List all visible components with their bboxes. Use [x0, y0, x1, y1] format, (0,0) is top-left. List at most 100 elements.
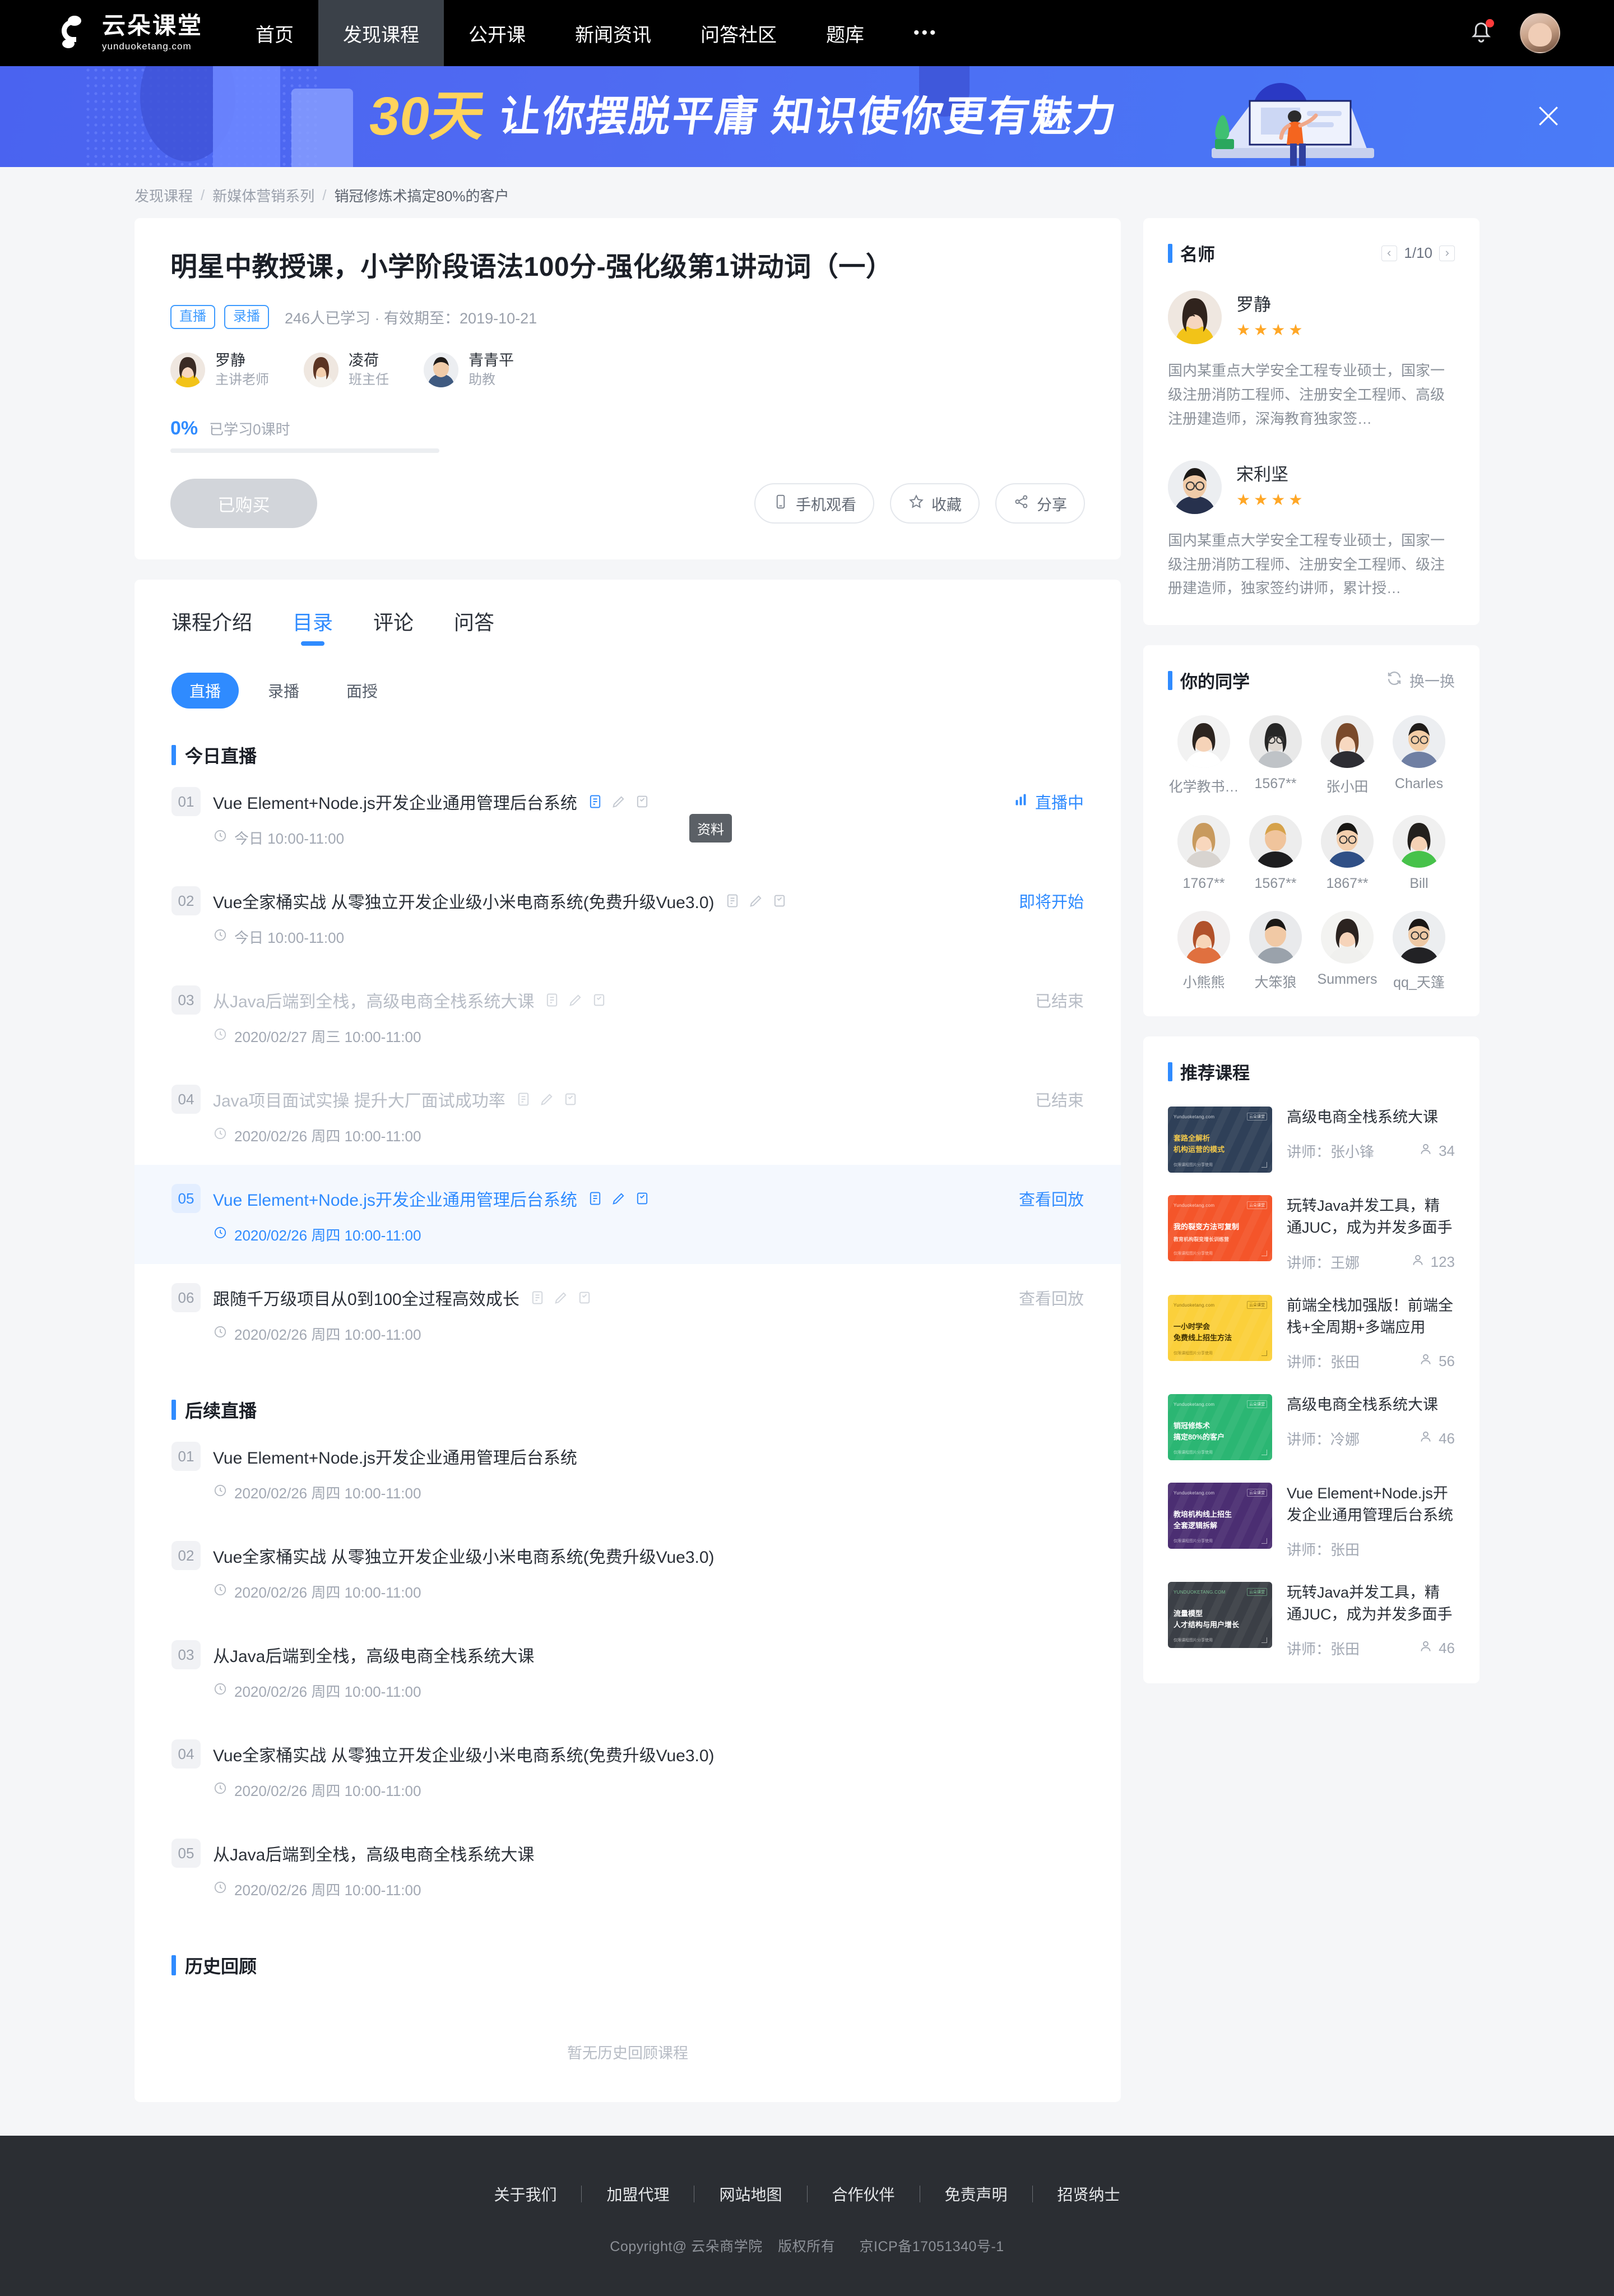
next-page-icon[interactable] — [1439, 245, 1455, 261]
footer-link-partners[interactable]: 合作伙伴 — [808, 2183, 920, 2205]
lesson-time-label: 今日 10:00-11:00 — [234, 929, 345, 947]
classmate-item[interactable]: 小熊熊 — [1168, 911, 1240, 992]
homework-icon[interactable] — [611, 1191, 627, 1206]
footer-link-disclaimer[interactable]: 免责声明 — [920, 2183, 1032, 2205]
chip-offline[interactable]: 面授 — [328, 673, 396, 709]
classmate-item[interactable]: 1567** — [1240, 815, 1311, 892]
watch-on-phone-label: 手机观看 — [796, 496, 856, 513]
homework-icon[interactable] — [748, 893, 764, 909]
exam-icon[interactable] — [634, 794, 650, 809]
exam-icon[interactable] — [563, 1091, 578, 1107]
lesson-row[interactable]: 03 从Java后端到全栈，高级电商全栈系统大课 已结束 2020/02/27 … — [134, 966, 1121, 1066]
classmate-item[interactable]: Summers — [1311, 911, 1383, 992]
classmate-item[interactable]: 1567** — [1240, 715, 1311, 796]
nav-item-qa-community[interactable]: 问答社区 — [676, 0, 801, 66]
materials-icon[interactable] — [530, 1290, 545, 1306]
nav-item-discover-courses[interactable]: 发现课程 — [318, 0, 444, 66]
notification-bell-icon[interactable] — [1468, 19, 1494, 46]
recommended-course-item[interactable]: Yunduoketang.com 云朵课堂 一小时学会 免费线上招生方法 仅限课… — [1168, 1294, 1455, 1372]
tab-comments[interactable]: 评论 — [373, 607, 414, 648]
lesson-row[interactable]: 05 从Java后端到全栈，高级电商全栈系统大课 2020/02/26 周四 1… — [134, 1820, 1121, 1919]
materials-icon[interactable] — [516, 1091, 531, 1107]
lesson-status[interactable]: 即将开始 — [1019, 889, 1084, 913]
classmate-item[interactable]: 张小田 — [1311, 715, 1383, 796]
nav-item-question-bank[interactable]: 题库 — [801, 0, 889, 66]
exam-icon[interactable] — [772, 893, 787, 909]
exam-icon[interactable] — [577, 1290, 592, 1306]
teacher-item[interactable]: 凌荷 班主任 — [304, 351, 389, 389]
classmate-item[interactable]: 1867** — [1311, 815, 1383, 892]
prev-page-icon[interactable] — [1381, 245, 1398, 261]
teacher-item[interactable]: 罗静 主讲老师 — [170, 351, 269, 389]
lesson-row[interactable]: 04 Vue全家桶实战 从零独立开发企业级小米电商系统(免费升级Vue3.0) … — [134, 1720, 1121, 1820]
lesson-icons — [544, 992, 607, 1008]
lesson-row[interactable]: 02 Vue全家桶实战 从零独立开发企业级小米电商系统(免费升级Vue3.0) … — [134, 867, 1121, 966]
banner-close-icon[interactable] — [1533, 101, 1564, 131]
icp-text[interactable]: 京ICP备17051340号-1 — [860, 2239, 1004, 2255]
homework-icon[interactable] — [539, 1091, 555, 1107]
footer-link-careers[interactable]: 招贤纳士 — [1033, 2183, 1145, 2205]
nav-item-open-classes[interactable]: 公开课 — [444, 0, 550, 66]
homework-icon[interactable] — [553, 1290, 569, 1306]
recommended-course-item[interactable]: YUNDUOKETANG.COM 云朵课堂 流量模型 人才结构与用户增长 仅限课… — [1168, 1582, 1455, 1659]
promo-banner[interactable]: 30天 让你摆脱平庸 知识使你更有魅力 — [0, 66, 1614, 167]
lesson-number: 01 — [171, 1442, 201, 1471]
lesson-number: 05 — [171, 1839, 201, 1868]
watch-on-phone-button[interactable]: 手机观看 — [754, 483, 874, 524]
site-logo[interactable]: 云朵课堂 yunduoketang.com — [0, 0, 231, 66]
nav-item-more[interactable]: ••• — [889, 0, 963, 66]
classmate-item[interactable]: Charles — [1383, 715, 1455, 796]
lesson-row-selected[interactable]: 05 Vue Element+Node.js开发企业通用管理后台系统 查看回放 — [134, 1165, 1121, 1265]
chip-recorded[interactable]: 录播 — [250, 673, 317, 709]
lesson-status[interactable]: 直播中 — [1014, 790, 1084, 813]
footer-link-franchise[interactable]: 加盟代理 — [582, 2183, 694, 2205]
lesson-row[interactable]: 01 Vue Element+Node.js开发企业通用管理后台系统 2020/… — [134, 1423, 1121, 1522]
user-avatar[interactable] — [1520, 13, 1560, 53]
lesson-row[interactable]: 03 从Java后端到全栈，高级电商全栈系统大课 2020/02/26 周四 1… — [134, 1621, 1121, 1720]
famous-teacher-item[interactable]: 罗静 ★ ★ ★ ★ — [1168, 290, 1455, 344]
lesson-row[interactable]: 02 Vue全家桶实战 从零独立开发企业级小米电商系统(免费升级Vue3.0) … — [134, 1522, 1121, 1621]
classmate-item[interactable]: Bill — [1383, 815, 1455, 892]
breadcrumb-item-1[interactable]: 发现课程 — [134, 185, 193, 206]
materials-icon[interactable] — [587, 1191, 603, 1206]
footer-link-about[interactable]: 关于我们 — [469, 2183, 581, 2205]
classmate-item[interactable]: 1767** — [1168, 815, 1240, 892]
breadcrumb-item-2[interactable]: 新媒体营销系列 — [212, 185, 314, 206]
nav-item-news[interactable]: 新闻资讯 — [550, 0, 676, 66]
tab-course-intro[interactable]: 课程介绍 — [171, 607, 252, 648]
classmate-item[interactable]: 化学教书… — [1168, 715, 1240, 796]
materials-icon[interactable] — [544, 992, 560, 1008]
exam-icon[interactable] — [634, 1191, 650, 1206]
classmate-item[interactable]: qq_天篷 — [1383, 911, 1455, 992]
nav-item-home[interactable]: 首页 — [231, 0, 318, 66]
homework-icon[interactable] — [568, 992, 583, 1008]
lesson-status[interactable]: 查看回放 — [1019, 1286, 1084, 1309]
lesson-row[interactable]: 04 Java项目面试实操 提升大厂面试成功率 已结束 2020/02/26 周… — [134, 1066, 1121, 1165]
lesson-row[interactable]: 01 Vue Element+Node.js开发企业通用管理后台系统 直播中 今… — [134, 768, 1121, 867]
catalog-type-filters: 直播 录播 面授 — [134, 648, 1121, 709]
chip-live[interactable]: 直播 — [171, 673, 239, 709]
lesson-row[interactable]: 06 跟随千万级项目从0到100全过程高效成长 查看回放 2020/02/26 … — [134, 1264, 1121, 1363]
footer-link-sitemap[interactable]: 网站地图 — [694, 2183, 806, 2205]
materials-icon[interactable] — [587, 794, 603, 809]
banner-headline: 让你摆脱平庸 知识使你更有魅力 — [497, 93, 1121, 140]
teacher-item[interactable]: 青青平 助教 — [424, 351, 514, 389]
recommended-course-item[interactable]: Yunduoketang.com 云朵课堂 套路全解析 机构运营的模式 仅限课程… — [1168, 1107, 1455, 1173]
refresh-classmates-button[interactable]: 换一换 — [1386, 669, 1455, 691]
favorite-button[interactable]: 收藏 — [890, 483, 980, 524]
recommended-course-item[interactable]: Yunduoketang.com 云朵课堂 我的裂变方法可复制 教育机构裂变增长… — [1168, 1195, 1455, 1272]
lesson-status[interactable]: 查看回放 — [1019, 1187, 1084, 1210]
famous-teacher-item[interactable]: 宋利坚 ★ ★ ★ ★ — [1168, 460, 1455, 514]
star-icon: ★ — [1288, 321, 1303, 339]
share-button[interactable]: 分享 — [995, 483, 1085, 524]
recommended-course-item[interactable]: Yunduoketang.com 云朵课堂 销冠修炼术 搞定80%的客户 仅限课… — [1168, 1394, 1455, 1460]
purchased-button[interactable]: 已购买 — [170, 479, 317, 529]
materials-icon[interactable] — [725, 893, 740, 909]
classmate-item[interactable]: 大笨狼 — [1240, 911, 1311, 992]
tab-catalog[interactable]: 目录 — [293, 607, 333, 648]
exam-icon[interactable] — [591, 992, 607, 1008]
tab-qa[interactable]: 问答 — [454, 607, 494, 648]
homework-icon[interactable] — [611, 794, 627, 809]
teachers-pager: 1/10 — [1381, 244, 1455, 262]
recommended-course-item[interactable]: Yunduoketang.com 云朵课堂 教培机构线上招生 全套逻辑拆解 仅限… — [1168, 1482, 1455, 1559]
